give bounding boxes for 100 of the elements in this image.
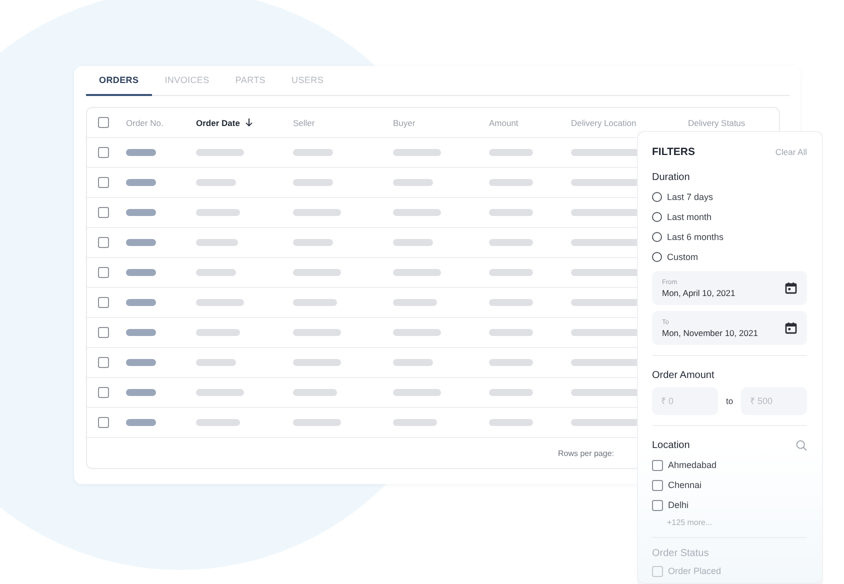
checkbox-label: Ahmedabad (668, 460, 717, 470)
rows-per-page-label: Rows per page: (558, 448, 614, 458)
skeleton-placeholder (293, 299, 337, 306)
skeleton-placeholder (196, 239, 238, 246)
skeleton-placeholder (393, 269, 441, 276)
checkbox[interactable] (652, 480, 663, 490)
checkbox-label: Chennai (668, 480, 702, 490)
section-title: Duration (652, 172, 691, 183)
skeleton-placeholder (393, 149, 441, 156)
radio-button[interactable] (652, 192, 662, 202)
checkbox[interactable] (652, 500, 663, 510)
skeleton-placeholder (489, 359, 533, 366)
skeleton-placeholder (126, 389, 156, 396)
skeleton-placeholder (196, 269, 236, 276)
calendar-icon (785, 322, 797, 334)
sort-arrow-icon (244, 118, 253, 127)
checkbox-label: Order Placed (668, 566, 722, 576)
row-checkbox[interactable] (98, 207, 109, 218)
radio-label: Last 7 days (667, 192, 714, 202)
row-checkbox[interactable] (98, 237, 109, 248)
row-checkbox[interactable] (98, 267, 109, 278)
column-header[interactable]: Buyer (393, 118, 489, 128)
calendar-icon (785, 282, 797, 294)
date-value: Mon, April 10, 2021 (662, 288, 736, 298)
tab[interactable]: USERS (278, 66, 337, 96)
skeleton-placeholder (126, 179, 156, 186)
skeleton-placeholder (126, 149, 156, 156)
skeleton-placeholder (489, 269, 533, 276)
radio-label: Custom (667, 252, 698, 262)
section-title: Order Status (652, 548, 710, 559)
range-separator: to (724, 396, 734, 406)
section-title: Location (652, 440, 690, 451)
column-header[interactable]: Delivery Status (688, 118, 779, 128)
skeleton-placeholder (293, 389, 337, 396)
section-title: Order Amount (652, 370, 716, 381)
skeleton-placeholder (196, 389, 244, 396)
column-header[interactable]: Delivery Location (571, 118, 688, 128)
skeleton-placeholder (393, 389, 441, 396)
select-all-checkbox[interactable] (98, 117, 109, 128)
row-checkbox[interactable] (98, 417, 109, 428)
skeleton-placeholder (196, 419, 240, 426)
skeleton-placeholder (293, 179, 333, 186)
row-checkbox[interactable] (98, 327, 109, 338)
skeleton-placeholder (293, 419, 341, 426)
skeleton-placeholder (393, 359, 433, 366)
min-amount-field[interactable]: ₹ 0 (652, 387, 718, 415)
skeleton-placeholder (196, 149, 244, 156)
skeleton-placeholder (489, 329, 533, 336)
radio-button[interactable] (652, 252, 662, 262)
tab[interactable]: ORDERS (86, 66, 152, 96)
skeleton-placeholder (489, 149, 533, 156)
skeleton-placeholder (393, 299, 437, 306)
row-checkbox[interactable] (98, 387, 109, 398)
column-header[interactable]: Order Date (196, 118, 293, 128)
radio-label: Last 6 months (667, 232, 724, 242)
filters-title: FILTERS (652, 146, 695, 158)
skeleton-placeholder (293, 239, 333, 246)
skeleton-placeholder (126, 269, 156, 276)
column-header[interactable]: Order No. (126, 118, 196, 128)
skeleton-placeholder (489, 239, 533, 246)
column-header[interactable]: Seller (293, 118, 393, 128)
skeleton-placeholder (126, 209, 156, 216)
skeleton-placeholder (393, 329, 441, 336)
skeleton-placeholder (126, 329, 156, 336)
radio-button[interactable] (652, 212, 662, 222)
skeleton-placeholder (489, 179, 533, 186)
checkbox[interactable] (652, 566, 663, 576)
skeleton-placeholder (196, 329, 240, 336)
skeleton-placeholder (293, 359, 341, 366)
tab[interactable]: INVOICES (152, 66, 222, 96)
skeleton-placeholder (196, 209, 240, 216)
radio-label: Last month (667, 212, 712, 222)
skeleton-placeholder (126, 299, 156, 306)
column-header[interactable]: Amount (489, 118, 571, 128)
row-checkbox[interactable] (98, 297, 109, 308)
search-icon[interactable] (796, 440, 807, 451)
clear-all-link[interactable]: Clear All (775, 147, 807, 157)
row-checkbox[interactable] (98, 357, 109, 368)
checkbox[interactable] (652, 460, 663, 470)
skeleton-placeholder (126, 239, 156, 246)
skeleton-placeholder (293, 209, 341, 216)
skeleton-placeholder (393, 209, 441, 216)
skeleton-placeholder (126, 419, 156, 426)
max-amount-field[interactable]: ₹ 500 (741, 387, 807, 415)
row-checkbox[interactable] (98, 147, 109, 158)
skeleton-placeholder (393, 179, 433, 186)
skeleton-placeholder (196, 359, 236, 366)
radio-button[interactable] (652, 232, 662, 242)
skeleton-placeholder (489, 299, 533, 306)
date-value: Mon, November 10, 2021 (662, 328, 758, 338)
checkbox-label: Delhi (668, 500, 689, 510)
skeleton-placeholder (393, 419, 437, 426)
skeleton-placeholder (293, 149, 333, 156)
skeleton-placeholder (489, 389, 533, 396)
more-link[interactable]: +125 more... (667, 518, 807, 527)
skeleton-placeholder (489, 419, 533, 426)
skeleton-placeholder (196, 299, 244, 306)
tab[interactable]: PARTS (222, 66, 279, 96)
skeleton-placeholder (196, 179, 236, 186)
row-checkbox[interactable] (98, 177, 109, 188)
